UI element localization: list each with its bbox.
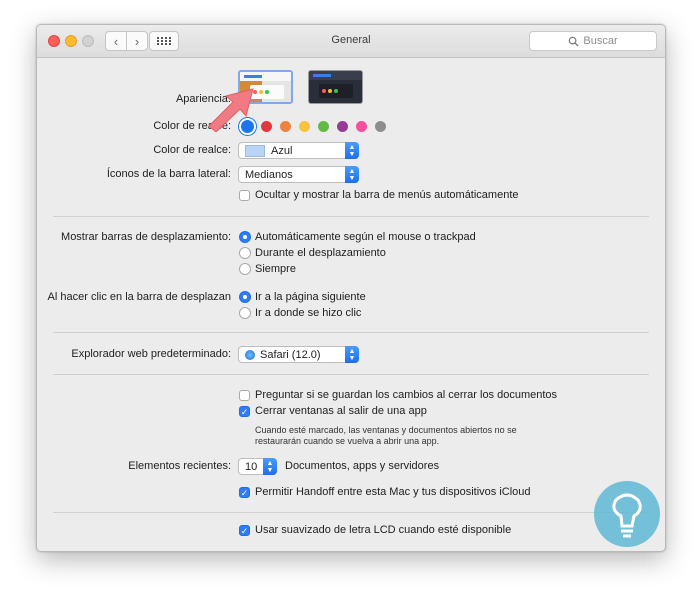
general-pane: Apariencia: Color de realce: Color de re… — [37, 58, 665, 551]
default-browser-label: Explorador web predeterminado: — [71, 348, 231, 360]
search-placeholder: Buscar — [583, 35, 618, 47]
accent-color-swatch-1[interactable] — [261, 121, 272, 132]
default-browser-popup[interactable]: Safari (12.0) ▲ ▼ — [238, 346, 359, 363]
accent-color-swatch-5[interactable] — [337, 121, 348, 132]
close-windows-checkbox[interactable]: ✓ — [239, 406, 250, 417]
close-windows-note-line2: restaurarán cuando se vuelva a abrir una… — [255, 436, 440, 446]
handoff-label: Permitir Handoff entre esta Mac y tus di… — [255, 486, 531, 498]
safari-icon — [245, 349, 255, 360]
jump-next-page-radio[interactable] — [239, 291, 251, 303]
scroll-auto-label: Automáticamente según el mouse o trackpa… — [255, 231, 476, 243]
preferences-window: ‹ › General Buscar Apariencia: Color de … — [36, 24, 666, 552]
popup-arrows-icon: ▲ ▼ — [345, 142, 359, 159]
accent-color-swatch-7[interactable] — [375, 121, 386, 132]
checkmark-icon: ✓ — [240, 407, 249, 417]
recent-items-value: 10 — [245, 460, 258, 473]
divider — [53, 512, 649, 513]
annotation-arrow-icon — [208, 88, 254, 132]
scroll-always-label: Siempre — [255, 263, 296, 275]
highlight-swatch — [245, 144, 265, 157]
popup-arrows-icon: ▲ ▼ — [345, 346, 359, 363]
recent-items-label: Elementos recientes: — [128, 460, 231, 472]
jump-to-spot-label: Ir a donde se hizo clic — [255, 307, 362, 319]
recent-items-suffix: Documentos, apps y servidores — [285, 460, 440, 472]
default-browser-value: Safari (12.0) — [260, 348, 321, 361]
lcd-smoothing-checkbox[interactable]: ✓ — [239, 525, 250, 536]
autohide-menubar-label: Ocultar y mostrar la barra de menús auto… — [255, 189, 519, 201]
scroll-when-scrolling-radio[interactable] — [239, 247, 251, 259]
scroll-auto-radio[interactable] — [239, 231, 251, 243]
handoff-checkbox[interactable]: ✓ — [239, 487, 250, 498]
watermark-logo-icon — [594, 481, 660, 547]
close-windows-label: Cerrar ventanas al salir de una app — [255, 405, 427, 417]
divider — [53, 216, 649, 217]
sidebar-icon-size-value: Medianos — [245, 168, 293, 181]
accent-color-swatch-2[interactable] — [280, 121, 291, 132]
scroll-when-scrolling-label: Durante el desplazamiento — [255, 247, 386, 259]
divider — [53, 374, 649, 375]
sidebar-icons-label: Íconos de la barra lateral: — [106, 168, 231, 180]
search-field[interactable]: Buscar — [529, 31, 657, 51]
popup-arrows-icon: ▲ ▼ — [345, 166, 359, 183]
autohide-menubar-checkbox[interactable] — [239, 190, 250, 201]
sidebar-icon-size-popup[interactable]: Medianos ▲ ▼ — [238, 166, 359, 183]
accent-color-swatch-4[interactable] — [318, 121, 329, 132]
recent-items-popup[interactable]: 10 ▲ ▼ — [238, 458, 277, 475]
appearance-dark-option[interactable] — [308, 70, 363, 104]
ask-save-checkbox[interactable] — [239, 390, 250, 401]
divider — [53, 332, 649, 333]
highlight-color-label: Color de realce: — [153, 144, 231, 156]
highlight-color-value: Azul — [271, 144, 293, 157]
scrollbars-label: Mostrar barras de desplazamiento: — [61, 231, 231, 243]
accent-color-swatch-3[interactable] — [299, 121, 310, 132]
search-icon — [569, 36, 579, 47]
checkmark-icon: ✓ — [240, 488, 249, 498]
checkmark-icon: ✓ — [240, 526, 249, 536]
popup-arrows-icon: ▲ ▼ — [263, 458, 277, 475]
title-bar: ‹ › General Buscar — [37, 25, 665, 58]
lcd-smoothing-label: Usar suavizado de letra LCD cuando esté … — [255, 524, 512, 536]
close-windows-note-line1: Cuando esté marcado, las ventanas y docu… — [255, 425, 517, 435]
click-scrollbar-label: Al hacer clic en la barra de desplazan — [47, 291, 231, 303]
jump-next-page-label: Ir a la página siguiente — [255, 291, 366, 303]
jump-to-spot-radio[interactable] — [239, 307, 251, 319]
accent-color-swatch-6[interactable] — [356, 121, 367, 132]
scroll-always-radio[interactable] — [239, 263, 251, 275]
highlight-color-popup[interactable]: Azul ▲ ▼ — [238, 142, 359, 159]
ask-save-label: Preguntar si se guardan los cambios al c… — [255, 389, 558, 401]
